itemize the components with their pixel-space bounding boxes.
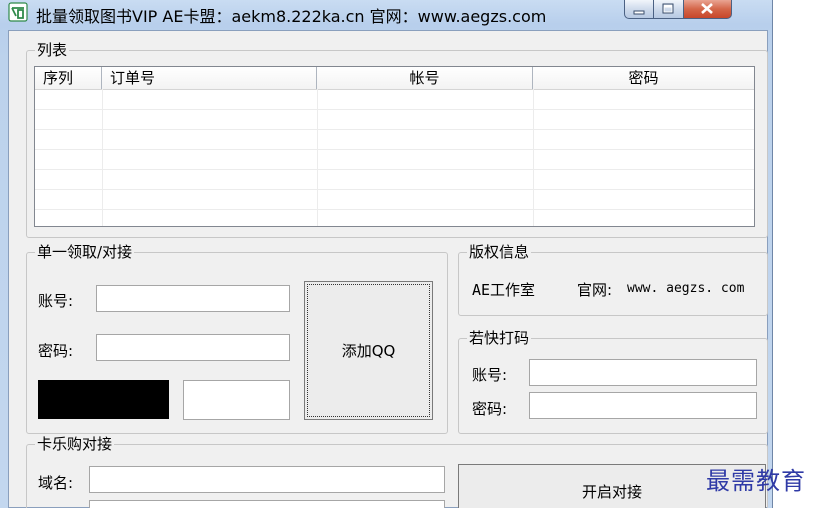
column-header-account[interactable]: 帐号 bbox=[317, 67, 533, 89]
column-header-index[interactable]: 序列 bbox=[35, 67, 102, 89]
grid-line bbox=[35, 209, 754, 210]
captcha-input[interactable] bbox=[183, 380, 290, 420]
copyright-legend: 版权信息 bbox=[469, 243, 530, 261]
window-title: 批量领取图书VIP AE卡盟：aekm8.222ka.cn 官网：www.aeg… bbox=[36, 7, 547, 26]
grid-line bbox=[35, 109, 754, 110]
list-group-legend: 列表 bbox=[37, 41, 68, 59]
grid-line bbox=[35, 169, 754, 170]
minimize-icon bbox=[633, 10, 645, 15]
ruokuai-password-label: 密码: bbox=[472, 400, 508, 418]
domain-label: 域名: bbox=[38, 474, 74, 492]
site-label: 官网: bbox=[577, 281, 613, 299]
close-button[interactable] bbox=[684, 0, 732, 19]
captcha-image[interactable] bbox=[38, 380, 169, 419]
domain-input[interactable] bbox=[89, 466, 445, 493]
grid-line bbox=[533, 89, 534, 226]
app-logo-icon bbox=[8, 2, 28, 22]
grid-line bbox=[35, 189, 754, 190]
kalegou-legend: 卡乐购对接 bbox=[37, 435, 113, 453]
app-window: 批量领取图书VIP AE卡盟：aekm8.222ka.cn 官网：www.aeg… bbox=[0, 0, 773, 508]
single-claim-legend: 单一领取/对接 bbox=[37, 243, 133, 261]
account-label: 账号: bbox=[38, 292, 74, 310]
grid-line bbox=[35, 129, 754, 130]
minimize-button[interactable] bbox=[624, 0, 654, 19]
column-header-order[interactable]: 订单号 bbox=[102, 67, 317, 89]
list-header: 序列 订单号 帐号 密码 bbox=[35, 67, 754, 90]
column-header-password[interactable]: 密码 bbox=[533, 67, 754, 89]
grid-line bbox=[102, 89, 103, 226]
grid-line bbox=[317, 89, 318, 226]
site-url: www. aegzs. com bbox=[627, 281, 745, 296]
maximize-icon bbox=[662, 3, 674, 14]
account-input[interactable] bbox=[96, 285, 290, 312]
ruokuai-account-input[interactable] bbox=[529, 359, 757, 386]
second-input[interactable] bbox=[89, 500, 445, 508]
ruokuai-account-label: 账号: bbox=[472, 366, 508, 384]
close-icon bbox=[701, 3, 713, 14]
order-list[interactable]: 序列 订单号 帐号 密码 bbox=[34, 66, 755, 227]
watermark-text: 最需教育 bbox=[706, 467, 806, 495]
grid-line bbox=[35, 149, 754, 150]
title-bar[interactable]: 批量领取图书VIP AE卡盟：aekm8.222ka.cn 官网：www.aeg… bbox=[0, 0, 772, 26]
maximize-button[interactable] bbox=[654, 0, 684, 19]
ruokuai-password-input[interactable] bbox=[529, 392, 757, 419]
ruokuai-legend: 若快打码 bbox=[469, 329, 530, 347]
studio-name: AE工作室 bbox=[472, 281, 536, 299]
password-label: 密码: bbox=[38, 342, 74, 360]
add-qq-button[interactable]: 添加QQ bbox=[304, 281, 433, 420]
password-input[interactable] bbox=[96, 334, 290, 361]
